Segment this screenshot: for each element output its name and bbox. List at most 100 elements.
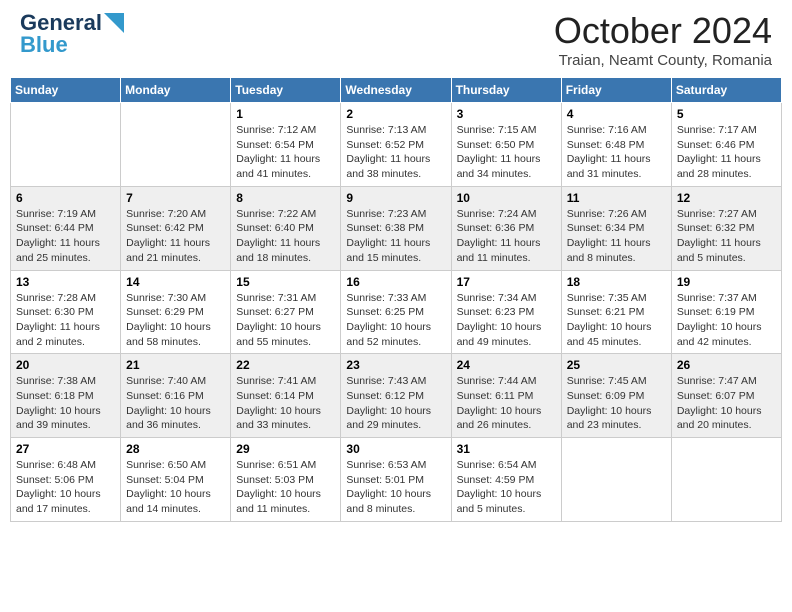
day-number: 20 <box>16 358 115 372</box>
day-info: Sunrise: 7:13 AMSunset: 6:52 PMDaylight:… <box>346 124 430 180</box>
logo-blue: Blue <box>20 32 68 58</box>
title-block: October 2024 Traian, Neamt County, Roman… <box>554 10 772 69</box>
day-number: 4 <box>567 107 666 121</box>
day-info: Sunrise: 7:34 AMSunset: 6:23 PMDaylight:… <box>457 292 542 348</box>
day-number: 24 <box>457 358 556 372</box>
calendar-week-row: 1 Sunrise: 7:12 AMSunset: 6:54 PMDayligh… <box>11 103 782 187</box>
day-info: Sunrise: 7:12 AMSunset: 6:54 PMDaylight:… <box>236 124 320 180</box>
day-info: Sunrise: 6:48 AMSunset: 5:06 PMDaylight:… <box>16 459 101 515</box>
day-number: 7 <box>126 191 225 205</box>
day-info: Sunrise: 7:33 AMSunset: 6:25 PMDaylight:… <box>346 292 431 348</box>
table-row: 15 Sunrise: 7:31 AMSunset: 6:27 PMDaylig… <box>231 270 341 354</box>
table-row: 20 Sunrise: 7:38 AMSunset: 6:18 PMDaylig… <box>11 354 121 438</box>
table-row: 21 Sunrise: 7:40 AMSunset: 6:16 PMDaylig… <box>121 354 231 438</box>
table-row: 6 Sunrise: 7:19 AMSunset: 6:44 PMDayligh… <box>11 186 121 270</box>
day-number: 23 <box>346 358 445 372</box>
day-number: 17 <box>457 275 556 289</box>
table-row: 22 Sunrise: 7:41 AMSunset: 6:14 PMDaylig… <box>231 354 341 438</box>
table-row: 13 Sunrise: 7:28 AMSunset: 6:30 PMDaylig… <box>11 270 121 354</box>
table-row <box>121 103 231 187</box>
table-row: 12 Sunrise: 7:27 AMSunset: 6:32 PMDaylig… <box>671 186 781 270</box>
day-info: Sunrise: 7:17 AMSunset: 6:46 PMDaylight:… <box>677 124 761 180</box>
day-info: Sunrise: 7:41 AMSunset: 6:14 PMDaylight:… <box>236 375 321 431</box>
table-row: 4 Sunrise: 7:16 AMSunset: 6:48 PMDayligh… <box>561 103 671 187</box>
day-info: Sunrise: 7:35 AMSunset: 6:21 PMDaylight:… <box>567 292 652 348</box>
col-monday: Monday <box>121 78 231 103</box>
table-row: 31 Sunrise: 6:54 AMSunset: 4:59 PMDaylig… <box>451 438 561 522</box>
day-number: 19 <box>677 275 776 289</box>
calendar-week-row: 27 Sunrise: 6:48 AMSunset: 5:06 PMDaylig… <box>11 438 782 522</box>
day-number: 6 <box>16 191 115 205</box>
day-number: 14 <box>126 275 225 289</box>
day-info: Sunrise: 7:15 AMSunset: 6:50 PMDaylight:… <box>457 124 541 180</box>
day-number: 15 <box>236 275 335 289</box>
day-number: 12 <box>677 191 776 205</box>
table-row: 25 Sunrise: 7:45 AMSunset: 6:09 PMDaylig… <box>561 354 671 438</box>
day-info: Sunrise: 7:22 AMSunset: 6:40 PMDaylight:… <box>236 208 320 264</box>
day-info: Sunrise: 6:50 AMSunset: 5:04 PMDaylight:… <box>126 459 211 515</box>
day-number: 5 <box>677 107 776 121</box>
table-row <box>11 103 121 187</box>
month-title: October 2024 <box>554 10 772 52</box>
col-thursday: Thursday <box>451 78 561 103</box>
day-info: Sunrise: 7:23 AMSunset: 6:38 PMDaylight:… <box>346 208 430 264</box>
day-number: 13 <box>16 275 115 289</box>
table-row <box>561 438 671 522</box>
day-info: Sunrise: 6:53 AMSunset: 5:01 PMDaylight:… <box>346 459 431 515</box>
day-info: Sunrise: 7:44 AMSunset: 6:11 PMDaylight:… <box>457 375 542 431</box>
calendar-header-row: Sunday Monday Tuesday Wednesday Thursday… <box>11 78 782 103</box>
day-number: 26 <box>677 358 776 372</box>
day-info: Sunrise: 7:26 AMSunset: 6:34 PMDaylight:… <box>567 208 651 264</box>
day-number: 21 <box>126 358 225 372</box>
table-row <box>671 438 781 522</box>
table-row: 8 Sunrise: 7:22 AMSunset: 6:40 PMDayligh… <box>231 186 341 270</box>
table-row: 11 Sunrise: 7:26 AMSunset: 6:34 PMDaylig… <box>561 186 671 270</box>
col-tuesday: Tuesday <box>231 78 341 103</box>
table-row: 17 Sunrise: 7:34 AMSunset: 6:23 PMDaylig… <box>451 270 561 354</box>
table-row: 1 Sunrise: 7:12 AMSunset: 6:54 PMDayligh… <box>231 103 341 187</box>
day-number: 30 <box>346 442 445 456</box>
col-sunday: Sunday <box>11 78 121 103</box>
day-number: 28 <box>126 442 225 456</box>
calendar-table: Sunday Monday Tuesday Wednesday Thursday… <box>10 77 782 522</box>
day-info: Sunrise: 7:38 AMSunset: 6:18 PMDaylight:… <box>16 375 101 431</box>
day-info: Sunrise: 7:16 AMSunset: 6:48 PMDaylight:… <box>567 124 651 180</box>
day-number: 27 <box>16 442 115 456</box>
day-info: Sunrise: 7:28 AMSunset: 6:30 PMDaylight:… <box>16 292 100 348</box>
calendar-week-row: 6 Sunrise: 7:19 AMSunset: 6:44 PMDayligh… <box>11 186 782 270</box>
table-row: 3 Sunrise: 7:15 AMSunset: 6:50 PMDayligh… <box>451 103 561 187</box>
day-number: 16 <box>346 275 445 289</box>
calendar-week-row: 20 Sunrise: 7:38 AMSunset: 6:18 PMDaylig… <box>11 354 782 438</box>
table-row: 5 Sunrise: 7:17 AMSunset: 6:46 PMDayligh… <box>671 103 781 187</box>
table-row: 28 Sunrise: 6:50 AMSunset: 5:04 PMDaylig… <box>121 438 231 522</box>
table-row: 18 Sunrise: 7:35 AMSunset: 6:21 PMDaylig… <box>561 270 671 354</box>
logo-icon <box>104 13 124 33</box>
table-row: 30 Sunrise: 6:53 AMSunset: 5:01 PMDaylig… <box>341 438 451 522</box>
table-row: 24 Sunrise: 7:44 AMSunset: 6:11 PMDaylig… <box>451 354 561 438</box>
col-friday: Friday <box>561 78 671 103</box>
calendar-week-row: 13 Sunrise: 7:28 AMSunset: 6:30 PMDaylig… <box>11 270 782 354</box>
col-wednesday: Wednesday <box>341 78 451 103</box>
day-number: 8 <box>236 191 335 205</box>
day-number: 18 <box>567 275 666 289</box>
day-number: 22 <box>236 358 335 372</box>
day-info: Sunrise: 7:40 AMSunset: 6:16 PMDaylight:… <box>126 375 211 431</box>
table-row: 7 Sunrise: 7:20 AMSunset: 6:42 PMDayligh… <box>121 186 231 270</box>
day-info: Sunrise: 7:24 AMSunset: 6:36 PMDaylight:… <box>457 208 541 264</box>
day-number: 25 <box>567 358 666 372</box>
day-info: Sunrise: 7:20 AMSunset: 6:42 PMDaylight:… <box>126 208 210 264</box>
location: Traian, Neamt County, Romania <box>554 52 772 69</box>
day-number: 9 <box>346 191 445 205</box>
table-row: 29 Sunrise: 6:51 AMSunset: 5:03 PMDaylig… <box>231 438 341 522</box>
day-info: Sunrise: 7:43 AMSunset: 6:12 PMDaylight:… <box>346 375 431 431</box>
day-info: Sunrise: 7:45 AMSunset: 6:09 PMDaylight:… <box>567 375 652 431</box>
day-info: Sunrise: 7:47 AMSunset: 6:07 PMDaylight:… <box>677 375 762 431</box>
day-info: Sunrise: 7:31 AMSunset: 6:27 PMDaylight:… <box>236 292 321 348</box>
table-row: 2 Sunrise: 7:13 AMSunset: 6:52 PMDayligh… <box>341 103 451 187</box>
day-number: 10 <box>457 191 556 205</box>
page-header: General Blue October 2024 Traian, Neamt … <box>10 10 782 69</box>
table-row: 9 Sunrise: 7:23 AMSunset: 6:38 PMDayligh… <box>341 186 451 270</box>
table-row: 16 Sunrise: 7:33 AMSunset: 6:25 PMDaylig… <box>341 270 451 354</box>
table-row: 19 Sunrise: 7:37 AMSunset: 6:19 PMDaylig… <box>671 270 781 354</box>
day-number: 11 <box>567 191 666 205</box>
